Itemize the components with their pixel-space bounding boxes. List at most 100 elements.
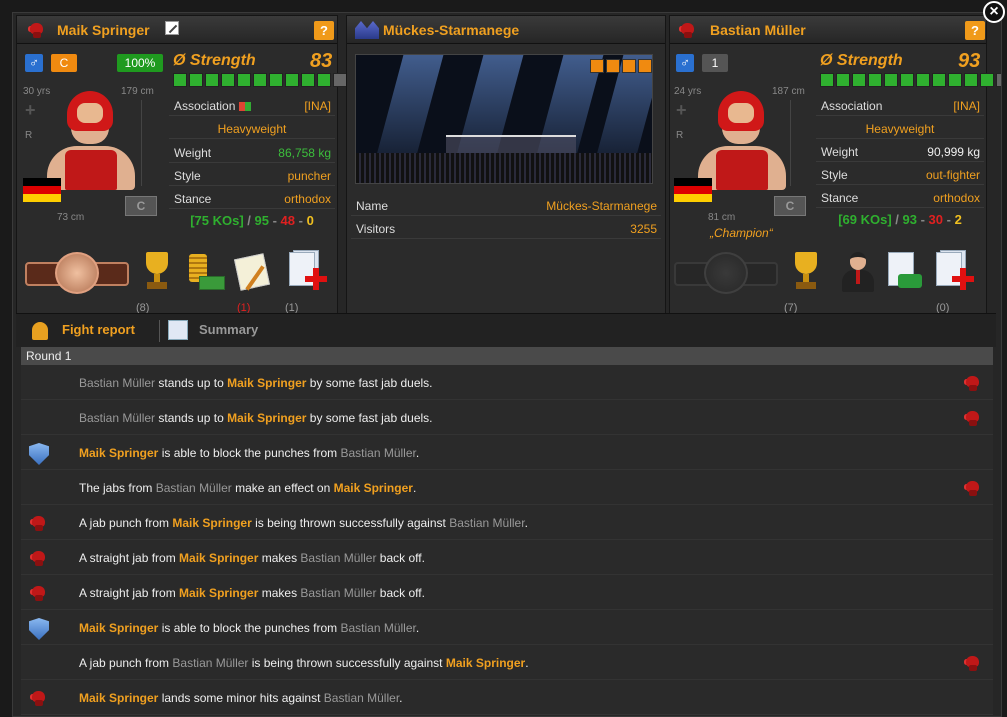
record-losses: 48: [280, 213, 295, 228]
rating-star: [622, 59, 636, 73]
event-fragment: makes: [258, 551, 301, 565]
help-button[interactable]: ?: [965, 21, 985, 40]
stance-label: Stance: [174, 192, 212, 206]
fighter-link[interactable]: Maik Springer: [79, 691, 158, 705]
money-icon[interactable]: [187, 250, 225, 292]
fighter-link[interactable]: Maik Springer: [227, 411, 306, 425]
close-button[interactable]: ×: [983, 1, 1005, 23]
opponent-link[interactable]: Bastian Müller: [79, 411, 155, 425]
event-fragment: .: [415, 621, 420, 635]
record-kos: [75 KOs]: [190, 213, 244, 228]
strength-bar-segment: [948, 73, 962, 87]
fighter-link[interactable]: Maik Springer: [179, 551, 258, 565]
record-dash: -: [295, 213, 307, 228]
swap-document-icon[interactable]: [884, 250, 924, 294]
event-text: Bastian Müller stands up to Maik Springe…: [79, 376, 433, 390]
record-kos: [69 KOs]: [838, 212, 892, 227]
opponent-link[interactable]: Bastian Müller: [340, 621, 415, 635]
edit-icon[interactable]: [165, 21, 179, 35]
add-document-icon[interactable]: [287, 250, 327, 294]
event-fragment: A straight jab from: [79, 586, 180, 600]
event-fragment: The jabs from: [79, 481, 156, 495]
opponent-link[interactable]: Bastian Müller: [324, 691, 399, 705]
arena-name-value: Mückes-Starmanege: [546, 199, 657, 213]
opponent-link[interactable]: Bastian Müller: [172, 656, 248, 670]
event-fragment: .: [525, 656, 529, 670]
event-text: Bastian Müller stands up to Maik Springe…: [79, 411, 433, 425]
boxing-glove-icon: [963, 478, 983, 498]
visitors-label: Visitors: [356, 222, 396, 236]
event-row: A jab punch from Bastian Müller is being…: [21, 645, 993, 680]
event-fragment: is being thrown successfully against: [251, 516, 450, 530]
weight-row: Weight 86,758 kg: [169, 141, 335, 163]
weight-class-row: Heavyweight: [169, 117, 335, 139]
trophy-icon[interactable]: [141, 250, 173, 292]
opponent-link[interactable]: Bastian Müller: [449, 516, 524, 530]
weight-class-row: Heavyweight: [816, 117, 984, 139]
association-label: Association: [821, 99, 883, 113]
trophy-icon[interactable]: [790, 250, 822, 292]
add-document-icon[interactable]: [934, 250, 974, 294]
event-text: Maik Springer is able to block the punch…: [79, 621, 419, 635]
event-fragment: make an effect on: [231, 481, 334, 495]
association-value[interactable]: [INA]: [953, 99, 980, 113]
event-fragment: makes: [258, 586, 301, 600]
boxing-glove-icon: [678, 20, 698, 40]
contract-icon[interactable]: [233, 252, 273, 292]
tab-fight-report[interactable]: Fight report: [62, 322, 135, 337]
event-text: A jab punch from Bastian Müller is being…: [79, 656, 529, 670]
event-list: Bastian Müller stands up to Maik Springe…: [21, 365, 993, 715]
opponent-link[interactable]: Bastian Müller: [79, 376, 155, 390]
boxing-glove-icon: [29, 513, 49, 533]
opponent-link[interactable]: Bastian Müller: [300, 551, 376, 565]
fighter-link[interactable]: Maik Springer: [172, 516, 251, 530]
style-row: Style out-fighter: [816, 163, 984, 185]
event-row: Bastian Müller stands up to Maik Springe…: [21, 400, 993, 435]
fighter-link[interactable]: Maik Springer: [179, 586, 258, 600]
fighter-reach: 73 cm: [57, 212, 85, 223]
left-fighter-panel: Maik Springer ? ♂ C 100% 30 yrs 179 cm +…: [16, 15, 363, 315]
rating-star: [590, 59, 604, 73]
right-fighter-name[interactable]: Bastian Müller: [710, 22, 806, 38]
arena-header: Mückes-Starmanege: [347, 16, 665, 44]
record-losses: 30: [928, 212, 943, 227]
event-row: A straight jab from Maik Springer makes …: [21, 540, 993, 575]
shield-icon: [29, 443, 49, 465]
style-value: puncher: [287, 169, 331, 183]
association-value[interactable]: [INA]: [304, 99, 331, 113]
weight-value: 86,758 kg: [278, 146, 331, 160]
strength-bar-segment: [301, 73, 315, 87]
tab-summary[interactable]: Summary: [199, 322, 258, 337]
help-button[interactable]: ?: [314, 21, 334, 40]
event-row: Maik Springer is able to block the punch…: [21, 435, 993, 470]
championship-belt-icon[interactable]: [674, 250, 778, 296]
fighter-link[interactable]: Maik Springer: [334, 481, 413, 495]
event-row: The jabs from Bastian Müller make an eff…: [21, 470, 993, 505]
stance-label: Stance: [821, 191, 859, 205]
strength-bar-segment: [285, 73, 299, 87]
left-fighter-name[interactable]: Maik Springer: [57, 22, 150, 38]
germany-flag-icon: [23, 178, 61, 202]
reset-button[interactable]: C: [125, 196, 157, 216]
strength-bar-segment: [205, 73, 219, 87]
manager-icon[interactable]: [840, 250, 876, 294]
fighter-link[interactable]: Maik Springer: [79, 621, 158, 635]
championship-belt-icon[interactable]: [25, 250, 129, 296]
opponent-link[interactable]: Bastian Müller: [340, 446, 415, 460]
arena-title[interactable]: Mückes-Starmanege: [383, 22, 519, 38]
reset-button[interactable]: C: [774, 196, 806, 216]
boxing-glove-icon: [963, 373, 983, 393]
event-fragment: A straight jab from: [79, 551, 180, 565]
condition-badge: 100%: [117, 54, 163, 72]
opponent-link[interactable]: Bastian Müller: [300, 586, 376, 600]
fighter-link[interactable]: Maik Springer: [227, 376, 306, 390]
fighter-link[interactable]: Maik Springer: [446, 656, 525, 670]
strength-bar-segment: [269, 73, 283, 87]
event-fragment: .: [399, 691, 403, 705]
fighter-link[interactable]: Maik Springer: [79, 446, 158, 460]
record-separator: /: [243, 213, 255, 228]
weight-label: Weight: [821, 145, 859, 159]
weight-row: Weight 90,999 kg: [816, 140, 984, 162]
strength-bar-segment: [333, 73, 347, 87]
opponent-link[interactable]: Bastian Müller: [156, 481, 232, 495]
